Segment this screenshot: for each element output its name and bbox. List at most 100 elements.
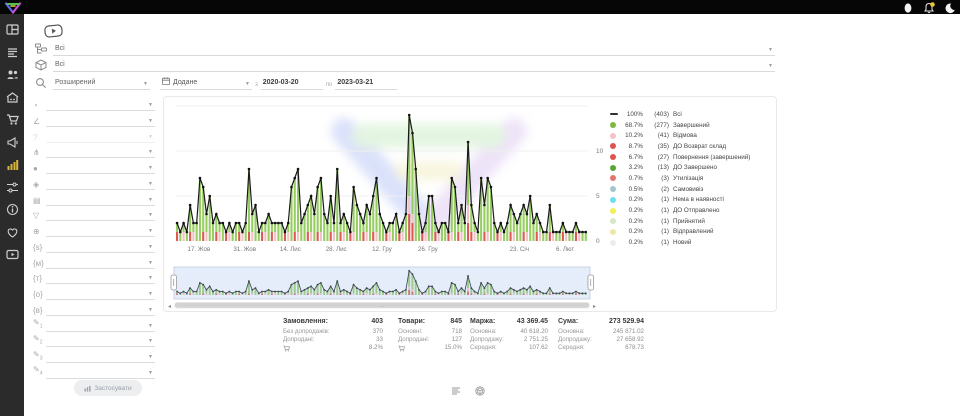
filter-website-select[interactable]: ▼ (46, 225, 155, 237)
svg-text:0: 0 (596, 238, 600, 245)
legend-item[interactable]: 3.2%(13)ДО Завершено (610, 162, 774, 173)
stat-column: Замовлення:403Без допродажів:370Допродан… (283, 318, 383, 353)
date-field-select[interactable]: Додане ▼ (160, 77, 252, 90)
legend-label: Повернення (завершений) (673, 154, 750, 161)
filter-tag-select[interactable]: ▼ (46, 162, 155, 174)
stat-subrow: 15.0% (398, 344, 462, 352)
app-window: Всі ▼ Всі ▼ Розширений ▼ Додане ▼ з 2020… (0, 0, 960, 416)
filter-payment-select[interactable]: ▼ (46, 194, 155, 206)
filter-structure-select[interactable]: ▼ (46, 146, 155, 158)
chevron-down-icon: ▼ (768, 48, 773, 53)
legend-label: ДО Завершено (673, 164, 717, 171)
filter-token-v-select[interactable]: ▼ (46, 304, 155, 316)
product-view-icon[interactable] (475, 386, 485, 396)
date-to-label: по (326, 82, 333, 88)
legend-item[interactable]: 0.2%(1)Відправлений (610, 227, 774, 238)
legend-percent: 8.7% (619, 143, 643, 150)
legend-item[interactable]: 10.2%(41)Відмова (610, 130, 774, 141)
sidebar-item-purchases[interactable] (6, 113, 19, 126)
app-logo-icon[interactable] (4, 1, 22, 13)
filter-funnel-icon: ▽ (33, 211, 46, 221)
filter-token-o-select[interactable]: ▼ (46, 288, 155, 300)
sidebar-item-dashboard[interactable] (6, 23, 19, 36)
chevron-down-icon: ▼ (148, 339, 153, 344)
apply-button[interactable]: Застосувати (74, 380, 142, 396)
sidebar-item-integrations[interactable] (6, 181, 19, 194)
legend-dot-swatch (610, 229, 619, 235)
legend-item[interactable]: 0.2%(1)Нема в наявності (610, 195, 774, 206)
sidebar-item-marketing[interactable] (6, 136, 19, 149)
video-hint-icon[interactable] (43, 23, 63, 39)
legend-item[interactable]: 6.7%(27)Повернення (завершений) (610, 152, 774, 163)
sidebar-item-info[interactable] (6, 203, 19, 216)
stat-subrow: 8.2% (283, 344, 383, 352)
sidebar-item-clients[interactable] (6, 68, 19, 81)
product-select[interactable]: Всі ▼ (53, 59, 775, 72)
date-from-input[interactable]: 2020-03-20 (261, 77, 323, 90)
filter-custom-1-select[interactable]: ▼ (46, 320, 155, 332)
legend-percent: 3.2% (619, 164, 643, 171)
search-mode-select[interactable]: Розширений ▼ (53, 77, 150, 90)
filter-funnel-select[interactable]: ▼ (46, 209, 155, 221)
filter-token-o-icon: {о} (33, 290, 46, 300)
legend-item[interactable]: 8.7%(35)ДО Возврат склад (610, 141, 774, 152)
filter-token-v-icon: {в} (33, 306, 46, 316)
filter-custom-3-icon: ✎3 (33, 350, 46, 364)
legend-item[interactable]: 0.2%(1)ДО Отправлено (610, 205, 774, 216)
notifications-bell-icon[interactable] (923, 1, 935, 13)
summary-stats: Замовлення:403Без допродажів:370Допродан… (283, 318, 654, 353)
legend-item[interactable]: 100%(403)Всі (610, 109, 774, 120)
chevron-down-icon: ▼ (143, 82, 148, 87)
legend-item[interactable]: 0.2%(1)Новий (610, 237, 774, 248)
legend-count: (277) (643, 122, 669, 129)
svg-text:17. Жов: 17. Жов (188, 246, 211, 253)
svg-text:23. Січ: 23. Січ (510, 246, 529, 253)
topbar-actions (902, 0, 956, 14)
filter-custom-3-row: ✎3▼ (33, 349, 155, 363)
list-view-icon[interactable] (451, 386, 461, 396)
filter-token-t-select[interactable]: ▼ (46, 272, 155, 284)
sidebar-item-warehouse[interactable] (6, 91, 19, 104)
chevron-down-icon: ▼ (148, 261, 153, 266)
svg-text:26. Гру: 26. Гру (418, 246, 439, 253)
legend-label: Новий (673, 239, 691, 246)
stat-subrow: Допродані:127 (398, 336, 462, 344)
chevron-down-icon: ▼ (148, 135, 153, 140)
chevron-down-icon: ▼ (148, 166, 153, 171)
top-bar (0, 0, 960, 14)
legend-item[interactable]: 68.7%(277)Завершений (610, 120, 774, 131)
filter-help-select[interactable]: ▼ (46, 131, 155, 143)
category-select[interactable]: Всі ▼ (53, 43, 775, 56)
filter-custom-4-select[interactable]: ▼ (46, 367, 155, 379)
filter-token-o-row: {о} ▼ (33, 286, 155, 300)
legend-dot-swatch (610, 165, 619, 171)
filter-status-select[interactable]: ▼ (46, 99, 155, 111)
sidebar-item-partners[interactable] (6, 226, 19, 239)
sidebar-item-orders[interactable] (6, 46, 19, 59)
svg-text:◂: ◂ (168, 304, 171, 309)
filter-source-select[interactable]: ▼ (46, 115, 155, 127)
theme-moon-icon[interactable] (944, 1, 956, 13)
legend-item[interactable]: 0.2%(1)Прийнятий (610, 216, 774, 227)
date-to-input[interactable]: 2023-03-21 (335, 77, 397, 90)
filter-custom-3-select[interactable]: ▼ (46, 351, 155, 363)
filter-token-m-select[interactable]: ▼ (46, 257, 155, 269)
legend-item[interactable]: 0.7%(3)Утилізація (610, 173, 774, 184)
stat-subrow: Допродані:33 (283, 336, 383, 344)
user-avatar-icon[interactable] (902, 1, 914, 13)
legend-percent: 0.2% (619, 207, 643, 214)
filter-product-select[interactable]: ▼ (46, 178, 155, 190)
filter-custom-1-row: ✎1▼ (33, 318, 155, 332)
chevron-down-icon: ▼ (148, 292, 153, 297)
filter-website-icon: ⊕ (33, 227, 46, 237)
filter-custom-2-select[interactable]: ▼ (46, 335, 155, 347)
legend-percent: 0.5% (619, 186, 643, 193)
cart-icon (283, 345, 290, 352)
sidebar-item-analytics[interactable] (6, 158, 19, 171)
sidebar-item-video-lessons[interactable] (6, 248, 19, 261)
filter-token-t-row: {т}▼ (33, 270, 155, 284)
stat-column: Товари:845Основні:718Допродані:12715.0% (398, 318, 462, 353)
legend-item[interactable]: 0.5%(2)Самовивіз (610, 184, 774, 195)
legend-percent: 6.7% (619, 154, 643, 161)
filter-token-s-select[interactable]: ▼ (46, 241, 155, 253)
